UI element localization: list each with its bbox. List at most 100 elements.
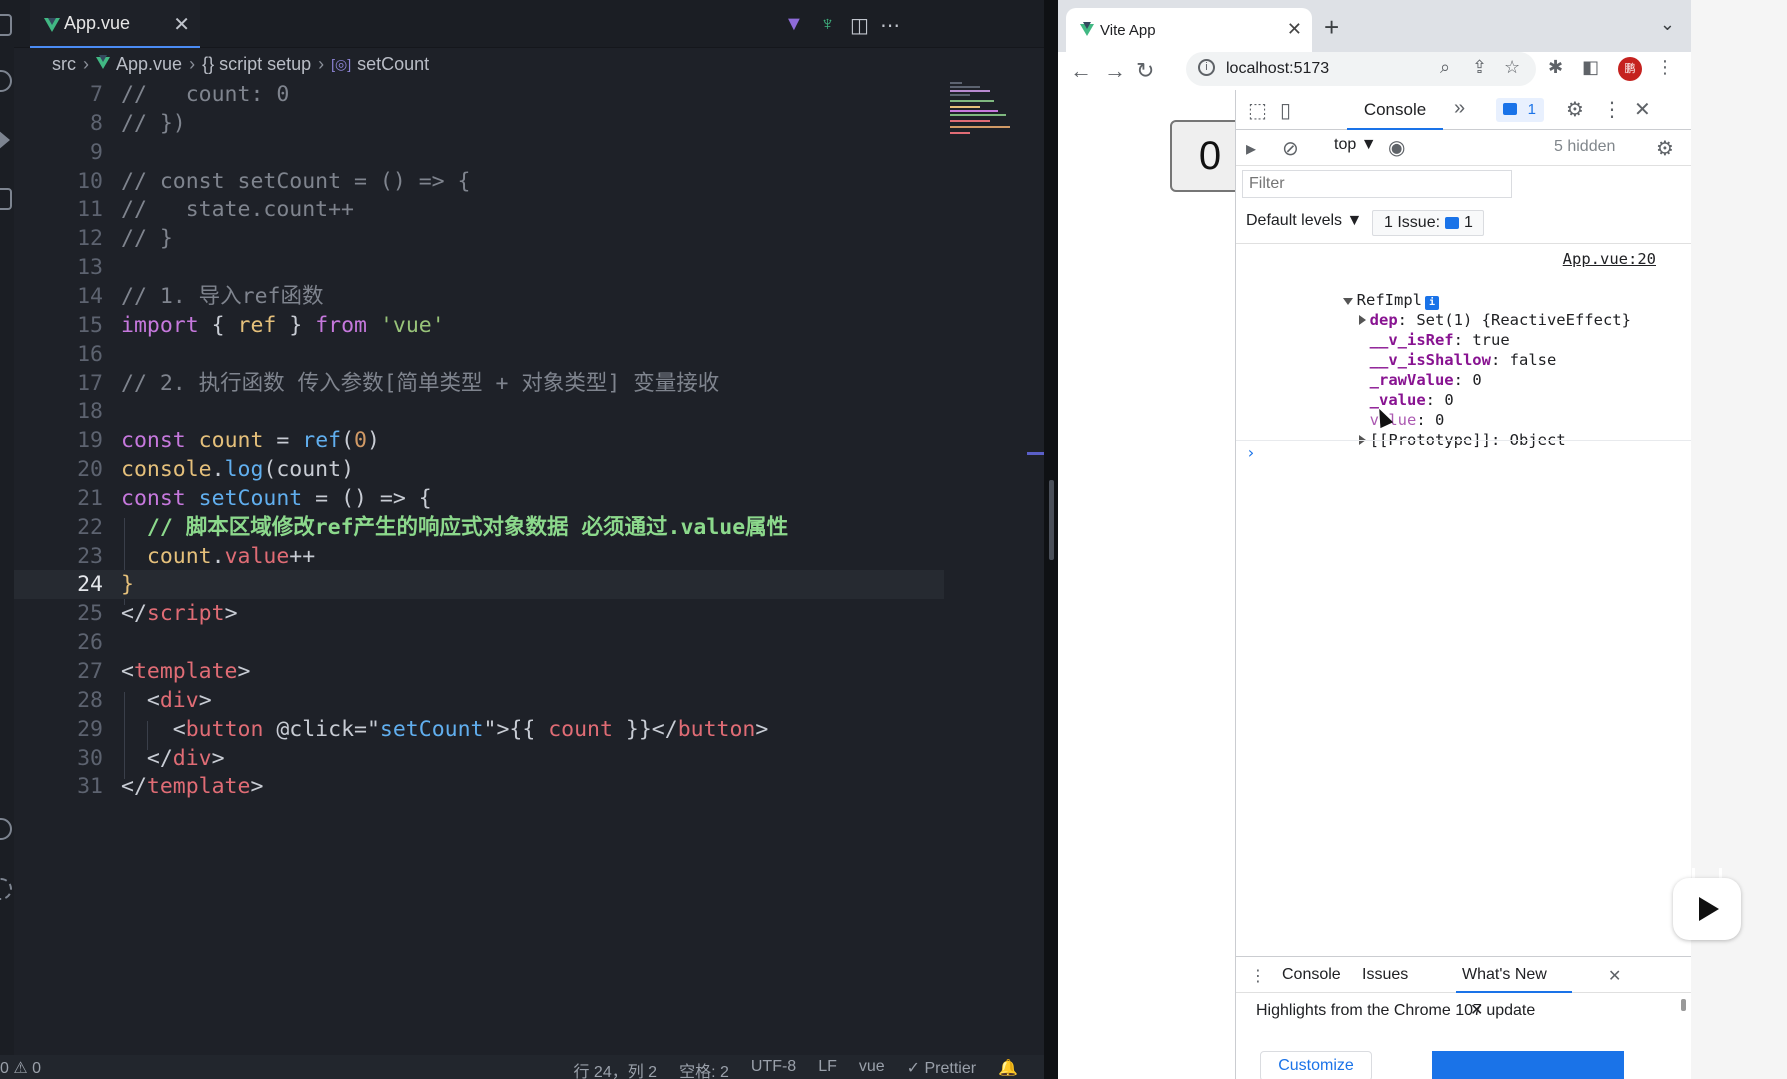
problems-count[interactable]: 0 ⚠ 0 (0, 1058, 41, 1078)
side-panel-icon[interactable]: ◧ (1582, 57, 1599, 78)
code-line[interactable]: 8 // }) (14, 109, 944, 138)
breadcrumb-section[interactable]: {} script setup (202, 54, 311, 75)
line-number: 12 (77, 226, 103, 251)
address-bar[interactable]: i localhost:5173 ⌕ ⇪ ☆ (1186, 52, 1536, 86)
new-tab-icon[interactable]: + (1324, 12, 1339, 43)
clear-console-icon[interactable]: ⊘ (1282, 136, 1299, 161)
customize-button[interactable]: Customize (1260, 1051, 1372, 1079)
cursor-position[interactable]: 行 24，列 2 (573, 1058, 657, 1079)
object-property-prototype[interactable]: [[Prototype]]: Object (1284, 410, 1566, 449)
encoding[interactable]: UTF-8 (751, 1058, 796, 1079)
account-icon[interactable] (0, 818, 12, 840)
end-of-line[interactable]: LF (818, 1058, 837, 1079)
drawer-menu-icon[interactable]: ⋮ (1250, 966, 1266, 986)
log-levels-dropdown[interactable]: Default levels ▼ (1246, 212, 1362, 230)
breadcrumb-file[interactable]: App.vue (116, 54, 182, 75)
search-icon[interactable] (0, 70, 12, 92)
video-play-button[interactable] (1673, 878, 1741, 940)
share-icon[interactable]: ⇪ (1472, 57, 1487, 78)
tab-app-vue[interactable]: App.vue ✕ (30, 0, 200, 48)
code-line[interactable]: 20 console.log(count) (14, 455, 944, 484)
tab-close-icon[interactable]: ✕ (173, 12, 190, 37)
forward-icon[interactable]: → (1104, 58, 1126, 84)
filter-input[interactable] (1242, 170, 1512, 198)
zoom-icon[interactable]: ⌕ (1440, 57, 1450, 78)
console-prompt[interactable]: › (1236, 440, 1691, 464)
more-actions-icon[interactable]: ⋯ (880, 13, 900, 38)
code-line[interactable]: 25 </script> (14, 599, 944, 628)
code-line[interactable]: 22 // 脚本区域修改ref产生的响应式对象数据 必须通过.value属性 (14, 513, 944, 542)
back-icon[interactable]: ← (1070, 58, 1092, 84)
context-selector[interactable]: top ▼ (1334, 136, 1377, 154)
devtools-settings-gear-icon[interactable]: ⚙ (1566, 97, 1584, 122)
browser-tab-close-icon[interactable]: ✕ (1287, 19, 1302, 40)
object-header[interactable]: RefImpl i (1268, 270, 1439, 310)
bookmark-star-icon[interactable]: ☆ (1504, 57, 1520, 78)
site-info-icon[interactable]: i (1198, 59, 1215, 76)
console-toolbar: ▸ ⊘ top ▼ ◉ 5 hidden ⚙ (1236, 130, 1691, 166)
drawer-tab-console[interactable]: Console (1282, 966, 1341, 984)
browser-tab-vite-app[interactable]: Vite App ✕ (1066, 8, 1312, 52)
extensions-icon[interactable] (0, 188, 12, 210)
code-line[interactable]: 29 <button @click="setCount">{{ count }}… (14, 715, 944, 744)
line-number: 15 (77, 313, 103, 338)
bell-icon[interactable]: 🔔 (998, 1058, 1018, 1079)
code-line[interactable]: 28 <div> (14, 686, 944, 715)
code-line-current[interactable]: 24} (14, 570, 944, 599)
vue-devtools-icon[interactable]: ♆ (820, 13, 835, 36)
object-property-dep[interactable]: dep: Set(1) {ReactiveEffect} (1284, 290, 1631, 329)
run-debug-icon[interactable] (0, 130, 10, 150)
code-line[interactable]: 16 (14, 340, 944, 369)
code-line[interactable]: 27 <template> (14, 657, 944, 686)
code-line[interactable]: 9 (14, 138, 944, 167)
split-editor-icon[interactable]: ◫ (850, 13, 869, 38)
console-settings-gear-icon[interactable]: ⚙ (1656, 136, 1674, 161)
source-link[interactable]: App.vue:20 (1563, 250, 1656, 268)
vite-icon[interactable]: ▼ (784, 13, 804, 36)
code-line[interactable]: 18 (14, 397, 944, 426)
live-expression-eye-icon[interactable]: ◉ (1388, 135, 1405, 160)
more-tabs-icon[interactable]: » (1454, 97, 1465, 120)
code-line[interactable]: 19 const count = ref(0) (14, 426, 944, 455)
code-area[interactable]: 7 // count: 0 8 // }) 9 10 // const setCount =… (14, 80, 944, 1055)
code-line[interactable]: 10 // const setCount = () => { (14, 167, 944, 196)
breadcrumb-folder[interactable]: src (52, 54, 76, 75)
code-line[interactable]: 17 // 2. 执行函数 传入参数[简单类型 + 对象类型] 变量接收 (14, 369, 944, 398)
scrollbar-thumb[interactable] (1049, 480, 1054, 560)
breadcrumb-symbol[interactable]: setCount (357, 54, 429, 75)
indentation[interactable]: 空格: 2 (679, 1058, 729, 1079)
code-line[interactable]: 31 </template> (14, 772, 944, 801)
code-line[interactable]: 13 (14, 253, 944, 282)
language-mode[interactable]: vue (859, 1058, 885, 1079)
devtools-menu-icon[interactable]: ⋮ (1602, 97, 1622, 122)
prettier-status[interactable]: ✓ Prettier (907, 1058, 976, 1079)
drawer-tab-issues[interactable]: Issues (1362, 966, 1408, 984)
code-line[interactable]: 7 // count: 0 (14, 80, 944, 109)
issues-button[interactable]: 1 Issue: 1 (1372, 210, 1484, 236)
reload-icon[interactable]: ↻ (1136, 58, 1154, 84)
drawer-scrollbar[interactable] (1681, 999, 1686, 1011)
minimap[interactable] (950, 80, 1020, 160)
profile-avatar[interactable]: 鹏 (1618, 57, 1642, 81)
code-line[interactable]: 21 const setCount = () => { (14, 484, 944, 513)
code-line[interactable]: 26 (14, 628, 944, 657)
extensions-puzzle-icon[interactable]: ✱ (1548, 57, 1563, 78)
sidebar-toggle-icon[interactable]: ▸ (1246, 136, 1256, 161)
code-line[interactable]: 11 // state.count++ (14, 195, 944, 224)
devtools-close-icon[interactable]: ✕ (1634, 97, 1651, 122)
chrome-menu-icon[interactable]: ⋮ (1656, 57, 1674, 78)
device-toolbar-icon[interactable]: ▯ (1280, 98, 1291, 123)
drawer-tab-whats-new[interactable]: What's New ✕ (1456, 957, 1572, 1019)
settings-gear-icon[interactable] (0, 878, 12, 900)
code-line[interactable]: 23 count.value++ (14, 542, 944, 571)
issues-message-badge[interactable]: 1 (1496, 98, 1544, 122)
tab-console[interactable]: Console (1347, 90, 1443, 130)
code-line[interactable]: 12 // } (14, 224, 944, 253)
drawer-close-icon[interactable]: ✕ (1608, 966, 1621, 986)
inspect-element-icon[interactable]: ⬚ (1248, 98, 1267, 123)
code-line[interactable]: 30 </div> (14, 744, 944, 773)
tab-search-chevron-icon[interactable]: ⌄ (1660, 14, 1675, 35)
code-line[interactable]: 15 import { ref } from 'vue' (14, 311, 944, 340)
code-line[interactable]: 14 // 1. 导入ref函数 (14, 282, 944, 311)
explorer-icon[interactable] (0, 14, 12, 36)
